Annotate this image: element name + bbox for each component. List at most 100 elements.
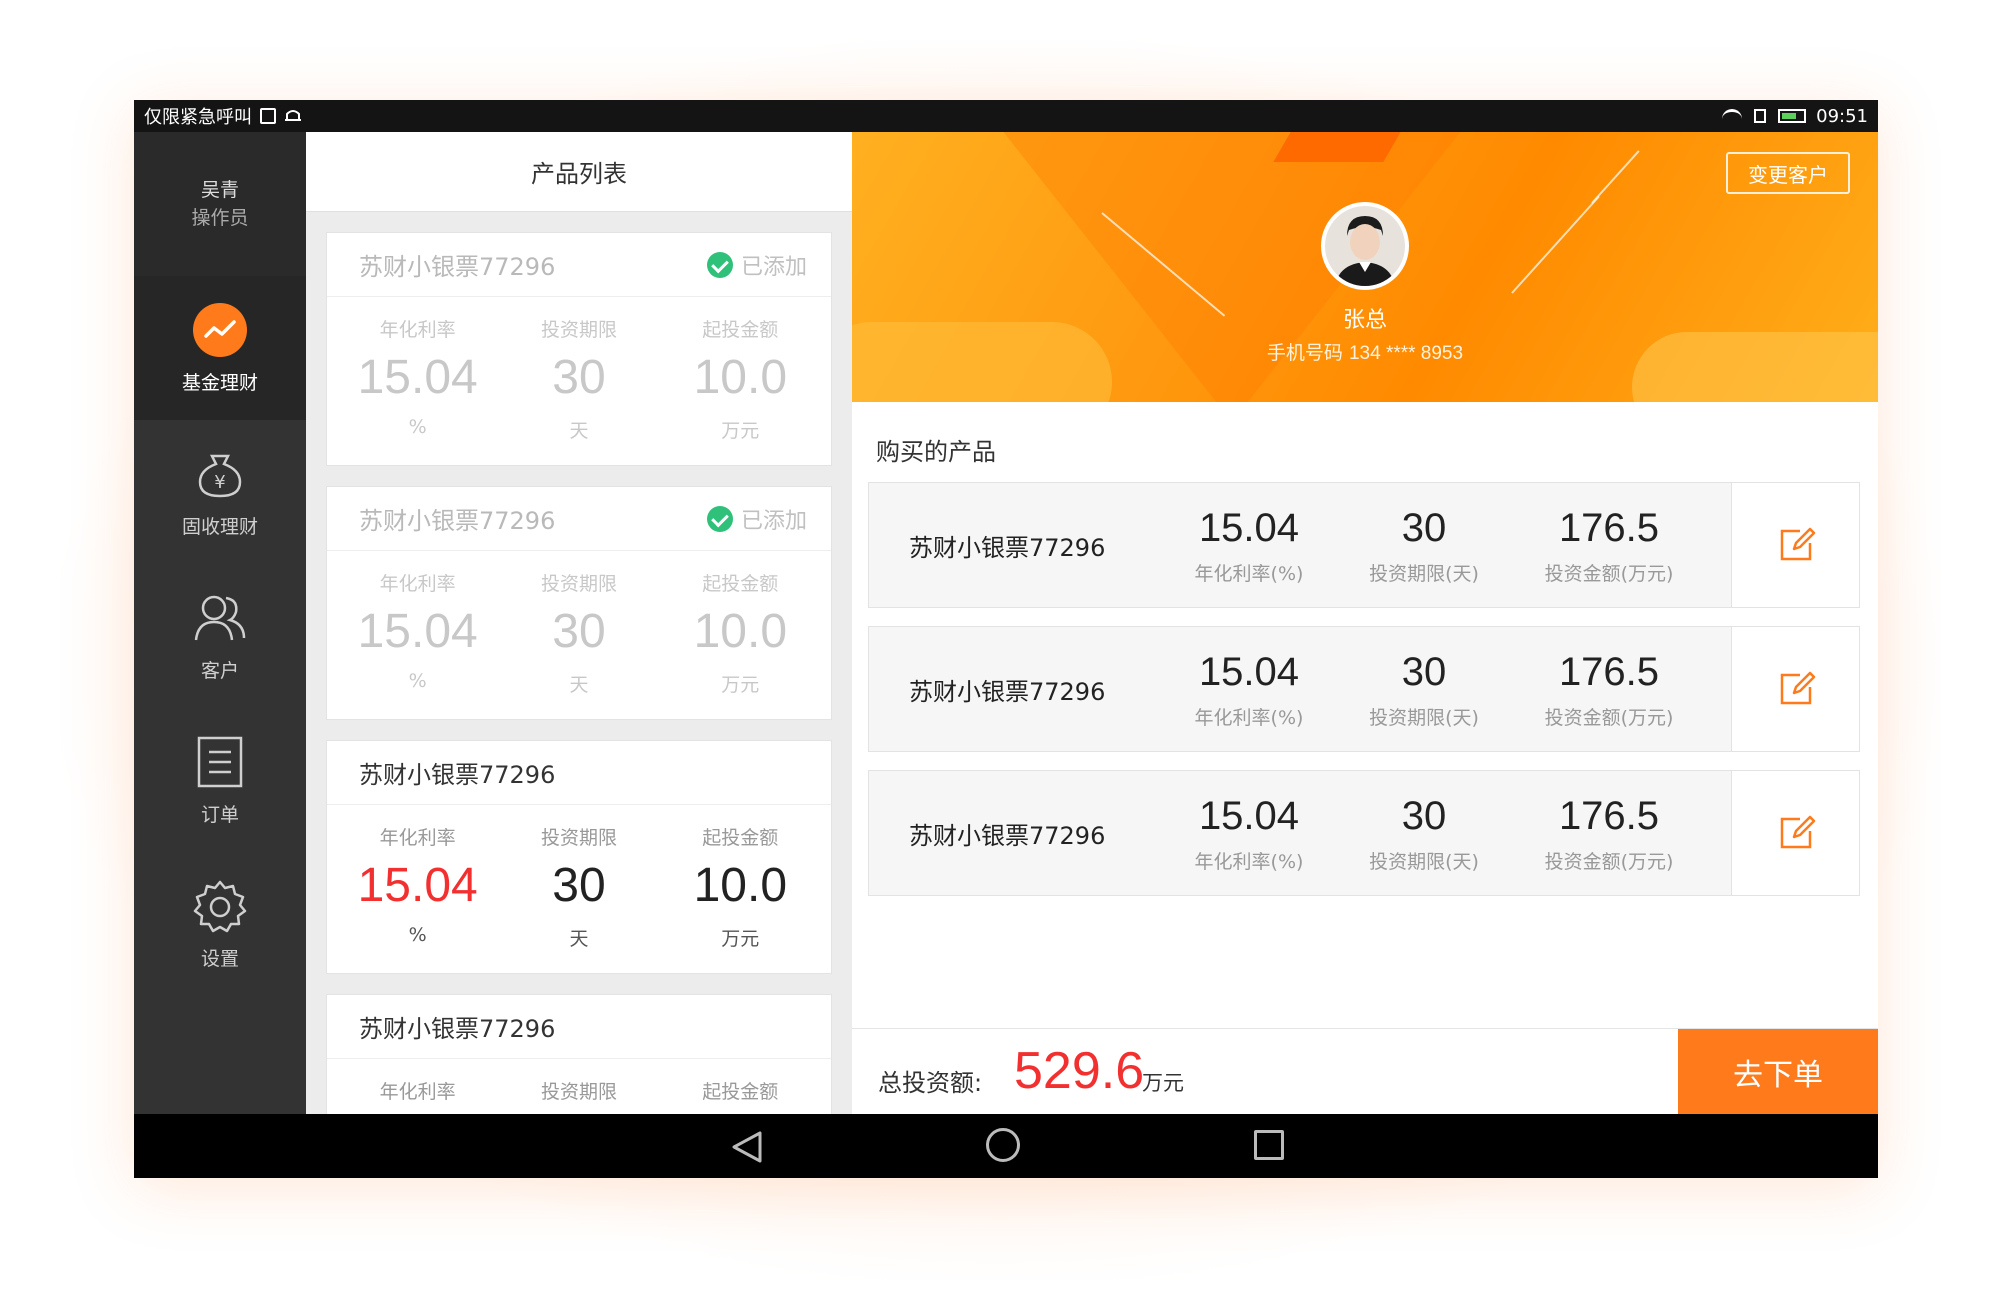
stat-rate: 年化利率 xyxy=(343,1059,493,1104)
stat-unit: % xyxy=(408,416,427,438)
phone-label: 手机号码 xyxy=(1266,342,1343,364)
product-name: 苏财小银票77296 xyxy=(359,507,556,535)
stat-label: 年化利率 xyxy=(379,827,456,849)
product-card[interactable]: 苏财小银票77296 年化利率 投资期限 起投金额 xyxy=(326,994,832,1114)
sidebar-item-customers[interactable]: 客户 xyxy=(134,564,306,708)
stat-value: 10.0 xyxy=(693,859,788,912)
edit-button[interactable] xyxy=(1731,627,1859,751)
bought-term: 30 投资期限(天) xyxy=(1329,771,1519,895)
banner-decoration xyxy=(1273,132,1401,162)
change-customer-button[interactable]: 变更客户 xyxy=(1726,152,1850,194)
stat-unit: 天 xyxy=(569,928,589,950)
stat-unit: % xyxy=(408,670,427,692)
term-label: 投资期限(天) xyxy=(1369,562,1479,585)
gear-icon xyxy=(193,880,247,932)
amount-label: 投资金额(万元) xyxy=(1544,850,1674,873)
system-nav-bar xyxy=(134,1114,1878,1178)
total-investment-unit: 万元 xyxy=(1142,1071,1184,1095)
tablet-screen: 仅限紧急呼叫 09:51 吴青 操作员 基金理财 ¥ 固收理财 客户 订单 设置… xyxy=(134,100,1878,1178)
bought-rate: 15.04 年化利率(%) xyxy=(1169,627,1329,751)
banner-streak xyxy=(1511,195,1600,294)
product-list-panel: 产品列表 苏财小银票77296 已添加 年化利率 15.04 % 投资期限 30 xyxy=(306,132,852,1114)
edit-icon xyxy=(1780,671,1815,705)
sidebar-item-settings[interactable]: 设置 xyxy=(134,852,306,996)
stat-min-amount: 起投金额 10.0 万元 xyxy=(665,551,815,697)
bought-product-name: 苏财小银票77296 xyxy=(909,533,1106,562)
stat-term: 投资期限 xyxy=(504,1059,654,1104)
amount-value: 176.5 xyxy=(1558,793,1660,838)
notification-icon xyxy=(285,110,301,121)
stat-rate: 年化利率 15.04 % xyxy=(343,297,493,443)
bought-products-title: 购买的产品 xyxy=(876,438,996,466)
sidebar-item-fund[interactable]: 基金理财 xyxy=(134,276,306,420)
check-circle-icon xyxy=(706,505,733,532)
amount-value: 176.5 xyxy=(1558,505,1660,550)
sidebar-item-orders[interactable]: 订单 xyxy=(134,708,306,852)
bought-product-row: 苏财小银票77296 15.04 年化利率(%) 30 投资期限(天) 176.… xyxy=(868,770,1860,896)
operator-profile[interactable]: 吴青 操作员 xyxy=(134,132,306,276)
bought-amount: 176.5 投资金额(万元) xyxy=(1519,627,1699,751)
recent-apps-icon[interactable] xyxy=(1254,1130,1284,1160)
bought-amount: 176.5 投资金额(万元) xyxy=(1519,771,1699,895)
operator-name: 吴青 xyxy=(200,179,239,201)
customer-phone: 手机号码 134 **** 8953 xyxy=(852,338,1878,365)
banner-streak xyxy=(1591,150,1640,204)
customer-avatar[interactable] xyxy=(1321,202,1409,290)
stat-rate: 年化利率 15.04 % xyxy=(343,805,493,951)
stat-unit: 天 xyxy=(569,674,589,696)
stat-label: 起投金额 xyxy=(702,1081,779,1103)
rate-value: 15.04 xyxy=(1198,793,1300,838)
sidebar-item-fixed-income[interactable]: ¥ 固收理财 xyxy=(134,420,306,564)
status-text: 仅限紧急呼叫 xyxy=(144,107,252,128)
battery-icon xyxy=(1778,109,1807,123)
term-value: 30 xyxy=(1401,505,1447,550)
status-bar: 仅限紧急呼叫 09:51 xyxy=(134,100,1878,132)
stat-label: 投资期限 xyxy=(540,827,617,849)
sidebar-item-label: 设置 xyxy=(200,947,239,970)
stat-value: 10.0 xyxy=(693,351,788,404)
product-card[interactable]: 苏财小银票77296 已添加 年化利率 15.04 % 投资期限 30 天 起投… xyxy=(326,232,832,466)
stat-value: 10.0 xyxy=(693,605,788,658)
phone-icon xyxy=(1754,109,1767,123)
place-order-button[interactable]: 去下单 xyxy=(1678,1029,1878,1114)
sidebar-item-label: 基金理财 xyxy=(181,371,258,394)
svg-text:¥: ¥ xyxy=(214,472,225,493)
product-card[interactable]: 苏财小银票77296 年化利率 15.04 % 投资期限 30 天 起投金额 1… xyxy=(326,740,832,974)
sidebar-item-label: 固收理财 xyxy=(181,515,258,538)
bought-product-row: 苏财小银票77296 15.04 年化利率(%) 30 投资期限(天) 176.… xyxy=(868,626,1860,752)
stat-unit: 万元 xyxy=(721,674,760,696)
back-icon[interactable] xyxy=(730,1130,764,1164)
added-label: 已添加 xyxy=(740,508,807,534)
sidebar-item-label: 客户 xyxy=(200,659,239,682)
edit-button[interactable] xyxy=(1731,483,1859,607)
amount-value: 176.5 xyxy=(1558,649,1660,694)
product-card[interactable]: 苏财小银票77296 已添加 年化利率 15.04 % 投资期限 30 天 起投… xyxy=(326,486,832,720)
bought-amount: 176.5 投资金额(万元) xyxy=(1519,483,1699,607)
stat-term: 投资期限 30 天 xyxy=(504,805,654,951)
stat-rate: 年化利率 15.04 % xyxy=(343,551,493,697)
wifi-icon xyxy=(1722,109,1743,123)
stat-value: 30 xyxy=(552,605,606,658)
rate-label: 年化利率(%) xyxy=(1194,562,1304,585)
stat-label: 年化利率 xyxy=(379,319,456,341)
customer-name: 张总 xyxy=(1342,308,1387,333)
added-badge: 已添加 xyxy=(706,503,807,535)
home-icon[interactable] xyxy=(986,1128,1020,1162)
bought-term: 30 投资期限(天) xyxy=(1329,483,1519,607)
stat-value: 15.04 xyxy=(357,351,478,404)
term-value: 30 xyxy=(1401,793,1447,838)
document-list-icon xyxy=(197,736,243,787)
stat-value: 15.04 xyxy=(357,605,478,658)
edit-button[interactable] xyxy=(1731,771,1859,895)
status-time: 09:51 xyxy=(1816,105,1868,127)
sidebar: 吴青 操作员 基金理财 ¥ 固收理财 客户 订单 设置 xyxy=(134,132,306,1114)
edit-icon xyxy=(1780,815,1815,849)
term-label: 投资期限(天) xyxy=(1369,706,1479,729)
rate-label: 年化利率(%) xyxy=(1194,706,1304,729)
stat-label: 投资期限 xyxy=(540,319,617,341)
product-name: 苏财小银票77296 xyxy=(359,761,556,789)
avatar-portrait xyxy=(1325,206,1405,286)
product-name: 苏财小银票77296 xyxy=(359,253,556,281)
added-label: 已添加 xyxy=(740,254,807,280)
rate-value: 15.04 xyxy=(1198,649,1300,694)
